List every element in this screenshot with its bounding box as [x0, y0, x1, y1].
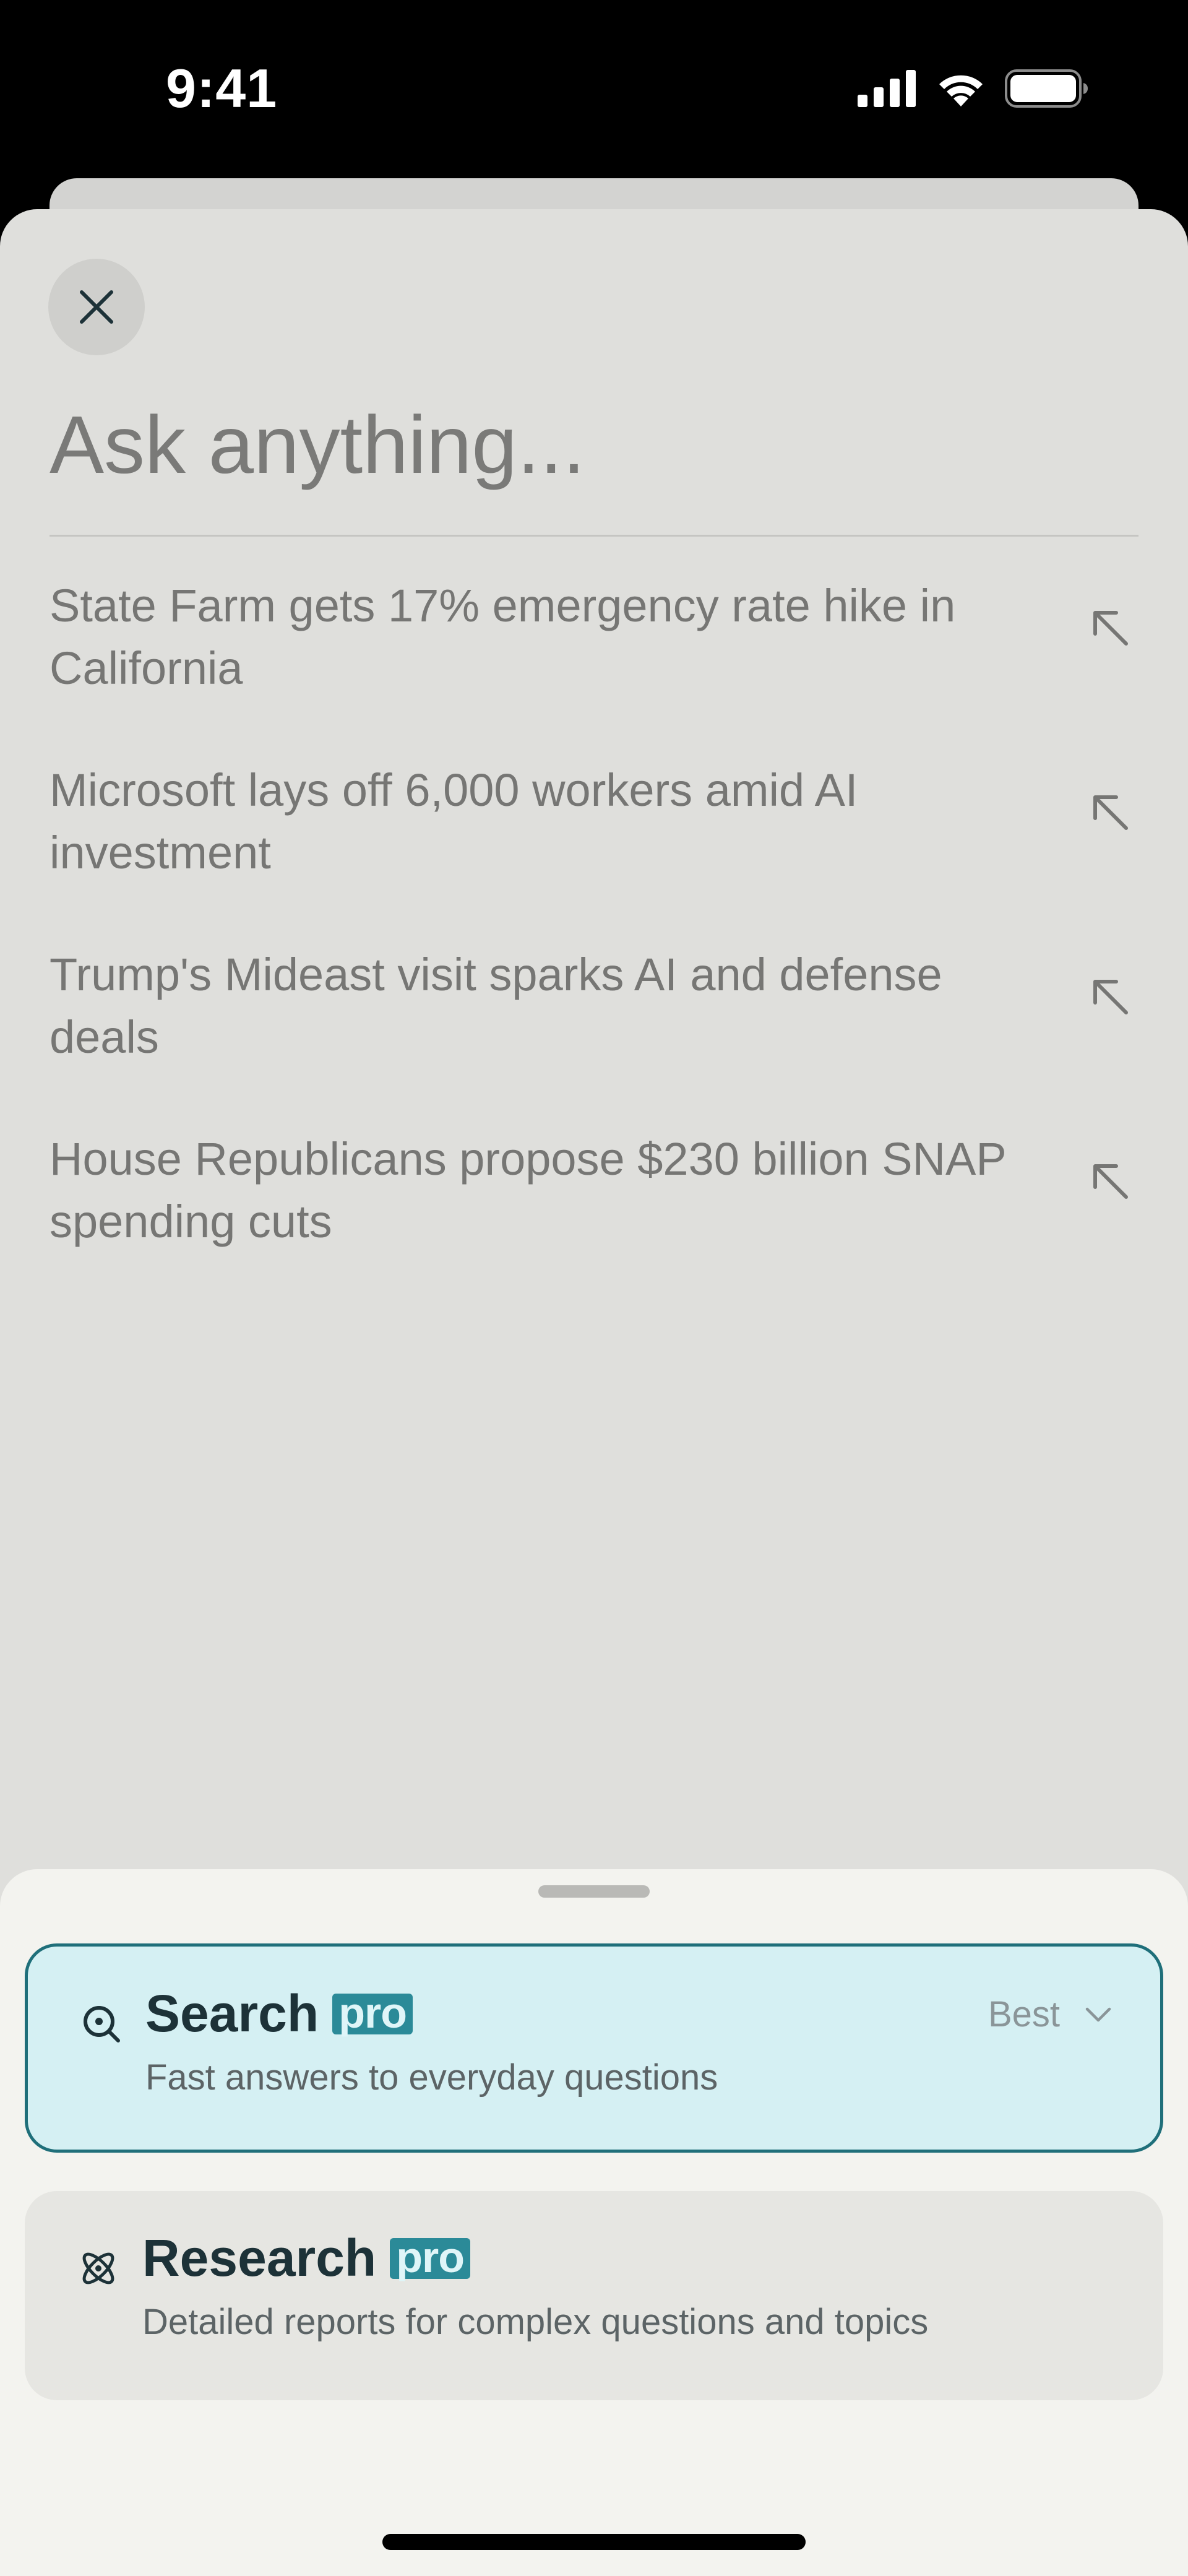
close-button[interactable] — [48, 259, 145, 355]
search-focus-icon — [84, 2006, 120, 2042]
drag-handle[interactable] — [538, 1885, 650, 1898]
battery-icon — [1005, 69, 1088, 108]
suggestion-item[interactable]: State Farm gets 17% emergency rate hike … — [50, 574, 1138, 759]
app-screen: 9:41 Ask anything... State Farm gets 17%… — [0, 0, 1188, 2576]
suggestion-item[interactable]: House Republicans propose $230 billion S… — [50, 1128, 1138, 1312]
pro-badge: pro — [332, 1991, 413, 2034]
suggestion-text: House Republicans propose $230 billion S… — [50, 1133, 1006, 1247]
mode-option-research[interactable]: Research pro Detailed reports for comple… — [25, 2191, 1163, 2400]
suggestion-item[interactable]: Microsoft lays off 6,000 workers amid AI… — [50, 759, 1138, 943]
suggestion-text: State Farm gets 17% emergency rate hike … — [50, 580, 956, 694]
suggestion-text: Trump's Mideast visit sparks AI and defe… — [50, 949, 942, 1063]
chevron-down-icon — [1085, 2007, 1111, 2021]
mode-title: Search — [145, 1984, 319, 2042]
close-icon — [80, 290, 113, 324]
atom-icon — [82, 2252, 114, 2284]
status-icons — [858, 67, 1089, 110]
home-indicator[interactable] — [382, 2534, 806, 2550]
arrow-up-left-icon — [1093, 1164, 1128, 1199]
status-time: 9:41 — [166, 58, 278, 119]
mode-option-search[interactable]: Search pro Fast answers to everyday ques… — [25, 1943, 1163, 2153]
mode-title-row: Research pro — [142, 2228, 471, 2288]
input-divider — [50, 535, 1138, 537]
mode-description: Fast answers to everyday questions — [145, 2057, 718, 2098]
arrow-up-left-icon — [1093, 795, 1128, 830]
status-bar: 9:41 — [0, 0, 1188, 173]
suggestion-item[interactable]: Trump's Mideast visit sparks AI and defe… — [50, 943, 1138, 1128]
suggestion-text: Microsoft lays off 6,000 workers amid AI… — [50, 764, 858, 878]
suggestion-list: State Farm gets 17% emergency rate hike … — [50, 574, 1138, 1312]
model-select[interactable]: Best — [988, 1994, 1112, 2035]
arrow-up-left-icon — [1093, 980, 1128, 1014]
pro-badge: pro — [390, 2236, 471, 2279]
mode-picker-sheet: Search pro Fast answers to everyday ques… — [0, 1869, 1188, 2576]
mode-description: Detailed reports for complex questions a… — [142, 2302, 929, 2342]
ask-input[interactable] — [50, 395, 1138, 494]
cellular-signal-icon — [858, 70, 916, 107]
mode-title: Research — [142, 2229, 377, 2287]
model-select-value: Best — [988, 1994, 1060, 2034]
mode-title-row: Search pro — [145, 1984, 413, 2044]
arrow-up-left-icon — [1093, 611, 1128, 646]
wifi-icon — [939, 75, 983, 106]
